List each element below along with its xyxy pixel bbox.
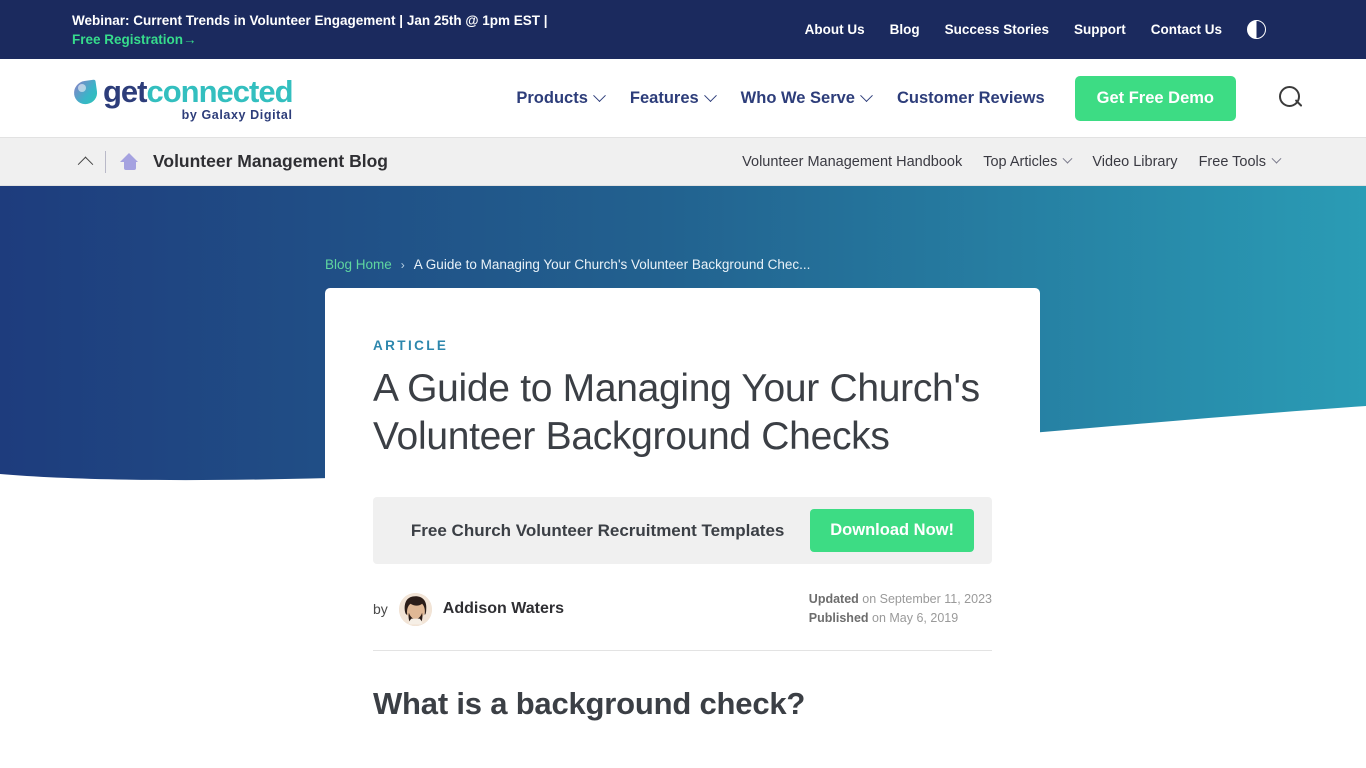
top-utility-nav: About Us Blog Success Stories Support Co… bbox=[805, 20, 1266, 39]
logo-tagline: by Galaxy Digital bbox=[181, 108, 293, 122]
byline-by-label: by bbox=[373, 601, 388, 617]
section-heading: What is a background check? bbox=[373, 686, 806, 721]
updated-value: on September 11, 2023 bbox=[858, 592, 992, 606]
subnav-item-volunteer-management-handbook[interactable]: Volunteer Management Handbook bbox=[742, 154, 962, 170]
logo-text-connected: connected bbox=[146, 74, 294, 109]
topnav-item-success-stories[interactable]: Success Stories bbox=[945, 22, 1049, 37]
updated-label: Updated bbox=[808, 592, 859, 606]
home-icon[interactable] bbox=[120, 153, 139, 170]
nav-item-products[interactable]: Products bbox=[516, 88, 606, 108]
subnav-item-video-library-label: Video Library bbox=[1092, 153, 1178, 170]
subnav-item-video-library[interactable]: Video Library bbox=[1092, 154, 1177, 170]
subnav-branding: Volunteer Management Blog bbox=[77, 150, 388, 173]
article-byline: by Addison Waters Updated on September 1… bbox=[373, 590, 992, 651]
download-now-button[interactable]: Download Now! bbox=[810, 509, 974, 552]
droplet-icon bbox=[72, 79, 99, 106]
article-dates: Updated on September 11, 2023 Published … bbox=[809, 590, 992, 628]
inline-cta-banner: Free Church Volunteer Recruitment Templa… bbox=[373, 497, 992, 564]
chevron-down-icon bbox=[1271, 153, 1282, 164]
contrast-toggle-icon[interactable] bbox=[1247, 20, 1266, 39]
main-navigation: Products Features Who We Serve Customer … bbox=[516, 75, 1304, 121]
nav-item-features[interactable]: Features bbox=[629, 88, 717, 108]
breadcrumb-separator: › bbox=[400, 257, 405, 272]
blog-subnav: Volunteer Management Blog Volunteer Mana… bbox=[0, 137, 1366, 186]
site-logo[interactable]: get connected by Galaxy Digital bbox=[72, 74, 294, 122]
nav-item-customer-reviews-label: Customer Reviews bbox=[896, 88, 1045, 107]
page-content: Blog Home › A Guide to Managing Your Chu… bbox=[0, 185, 1366, 768]
chevron-up-icon[interactable] bbox=[77, 156, 94, 173]
promo-banner: Webinar: Current Trends in Volunteer Eng… bbox=[72, 11, 632, 49]
page-title: A Guide to Managing Your Church's Volunt… bbox=[373, 367, 980, 458]
subnav-links: Volunteer Management Handbook Top Articl… bbox=[742, 153, 1282, 170]
nav-item-who-we-serve[interactable]: Who We Serve bbox=[740, 88, 873, 108]
subnav-item-top-articles[interactable]: Top Articles bbox=[983, 153, 1073, 170]
topnav-item-support[interactable]: Support bbox=[1074, 22, 1126, 37]
subnav-item-free-tools-label: Free Tools bbox=[1198, 153, 1266, 170]
subnav-item-top-articles-label: Top Articles bbox=[983, 153, 1058, 170]
subnav-item-handbook-label: Volunteer Management Handbook bbox=[742, 153, 963, 170]
published-date: Published on May 6, 2019 bbox=[809, 609, 992, 628]
breadcrumb-current: A Guide to Managing Your Church's Volunt… bbox=[413, 257, 811, 272]
logo-wordmark: get connected bbox=[72, 74, 294, 110]
subnav-title[interactable]: Volunteer Management Blog bbox=[153, 151, 388, 172]
free-registration-link[interactable]: Free Registration→ bbox=[72, 30, 197, 49]
nav-item-features-label: Features bbox=[629, 88, 699, 107]
nav-item-who-we-serve-label: Who We Serve bbox=[740, 88, 855, 107]
article-type-label: ARTICLE bbox=[373, 338, 449, 353]
breadcrumb: Blog Home › A Guide to Managing Your Chu… bbox=[325, 257, 810, 272]
subnav-item-free-tools[interactable]: Free Tools bbox=[1198, 153, 1282, 170]
promo-text: Webinar: Current Trends in Volunteer Eng… bbox=[72, 12, 548, 28]
top-utility-bar: Webinar: Current Trends in Volunteer Eng… bbox=[0, 0, 1366, 59]
article-card: ARTICLE A Guide to Managing Your Church'… bbox=[325, 288, 1040, 768]
search-icon[interactable] bbox=[1278, 85, 1304, 111]
author-name[interactable]: Addison Waters bbox=[443, 600, 564, 618]
get-free-demo-button[interactable]: Get Free Demo bbox=[1074, 75, 1236, 121]
chevron-down-icon bbox=[703, 88, 717, 102]
published-value: on May 6, 2019 bbox=[868, 611, 959, 625]
site-header: get connected by Galaxy Digital Products… bbox=[0, 59, 1366, 137]
published-label: Published bbox=[808, 611, 869, 625]
avatar bbox=[398, 592, 432, 626]
chevron-down-icon bbox=[593, 88, 606, 102]
subnav-divider bbox=[105, 150, 106, 173]
updated-date: Updated on September 11, 2023 bbox=[809, 590, 992, 609]
logo-text-get: get bbox=[103, 74, 147, 109]
breadcrumb-blog-home[interactable]: Blog Home bbox=[325, 257, 392, 272]
topnav-item-about-us[interactable]: About Us bbox=[805, 22, 865, 37]
chevron-down-icon bbox=[1062, 153, 1073, 164]
nav-item-products-label: Products bbox=[516, 88, 588, 107]
chevron-down-icon bbox=[860, 88, 873, 102]
inline-cta-text: Free Church Volunteer Recruitment Templa… bbox=[410, 521, 785, 540]
topnav-item-contact-us[interactable]: Contact Us bbox=[1151, 22, 1222, 37]
topnav-item-blog[interactable]: Blog bbox=[890, 22, 920, 37]
nav-item-customer-reviews[interactable]: Customer Reviews bbox=[897, 89, 1045, 108]
